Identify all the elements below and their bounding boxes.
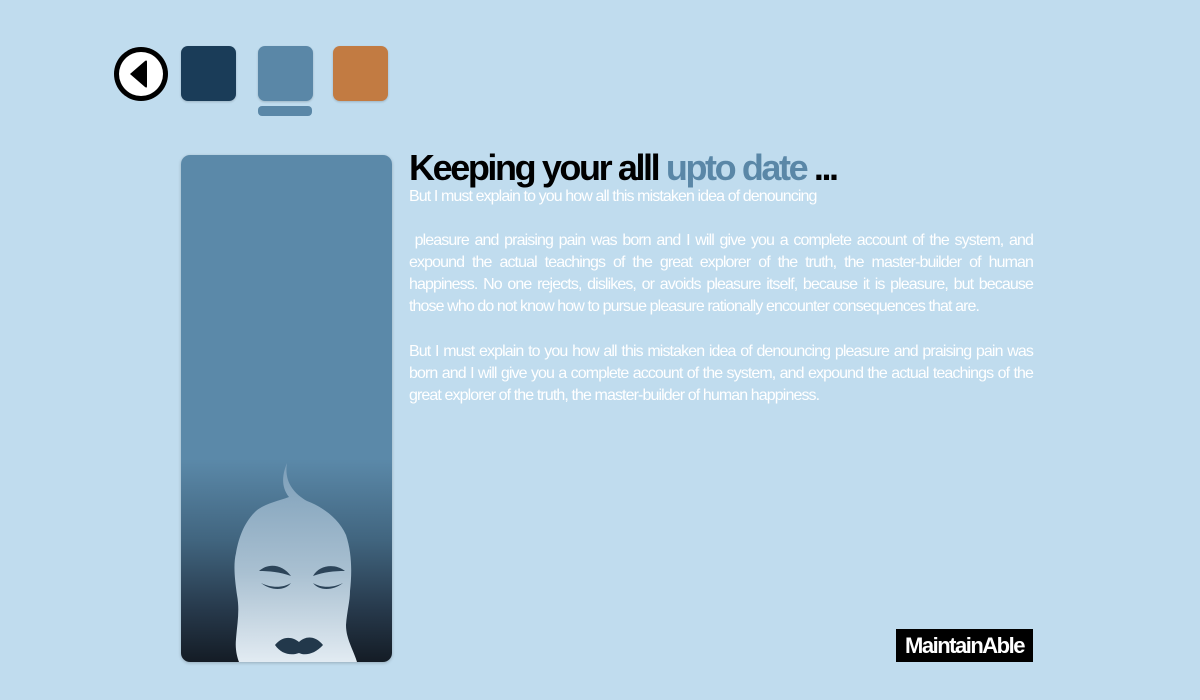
back-arrow-icon	[119, 52, 163, 96]
page-title: Keeping your alll upto date ...	[409, 147, 1033, 189]
title-accent: upto date	[665, 147, 809, 188]
body-paragraph-1: pleasure and praising pain was born and …	[409, 232, 1037, 315]
intro-text: But I must explain to you how all this m…	[409, 188, 817, 205]
theme-swatch-orange[interactable]	[333, 46, 388, 101]
back-button[interactable]	[114, 47, 168, 101]
selected-swatch-indicator	[258, 106, 312, 116]
theme-swatch-steel-blue[interactable]	[258, 46, 313, 101]
brand-logo: MaintainAble	[896, 629, 1033, 662]
body-paragraph-2: But I must explain to you how all this m…	[409, 343, 1037, 404]
woman-face-icon	[234, 463, 357, 662]
article: Keeping your alll upto date ... But I mu…	[409, 147, 1037, 407]
theme-swatch-dark-blue[interactable]	[181, 46, 236, 101]
portrait-image	[181, 155, 392, 662]
title-ellipsis: ...	[806, 147, 839, 188]
title-text: Keeping your alll	[409, 147, 666, 188]
